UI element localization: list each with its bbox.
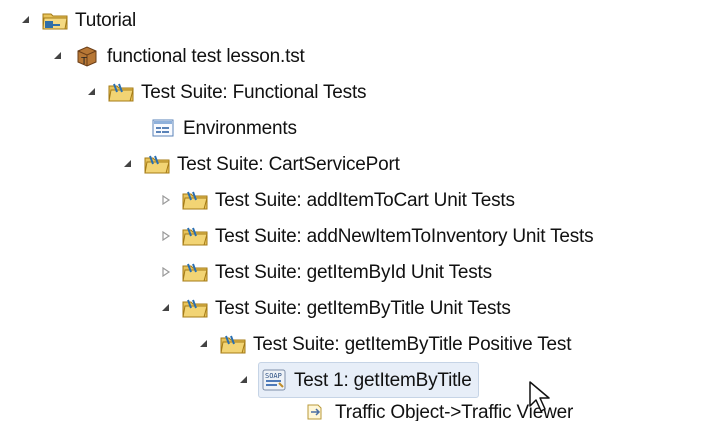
tree-item-label: Test Suite: CartServicePort: [177, 153, 400, 175]
tree-item-label: functional test lesson.tst: [107, 45, 305, 67]
tree-item-getitembytitle-positive-test[interactable]: Test Suite: getItemByTitle Positive Test: [196, 326, 572, 362]
tree-item-label: Test Suite: Functional Tests: [141, 81, 367, 103]
tree-item-getitembytitle-unit-tests[interactable]: Test Suite: getItemByTitle Unit Tests: [158, 290, 511, 326]
test-suite-folder-icon: [182, 223, 208, 249]
project-tree: Tutorial T functional test lesson.tst Te…: [0, 0, 715, 421]
tree-item-environments[interactable]: Environments: [126, 110, 297, 146]
test-suite-folder-icon: [220, 331, 246, 357]
expanded-arrow-icon[interactable]: [120, 156, 136, 172]
tree-item-label: Test Suite: getItemByTitle Positive Test: [253, 333, 572, 355]
soap-label: SOAP: [265, 372, 282, 380]
project-folder-icon: [42, 7, 68, 33]
tree-item-label: Tutorial: [75, 9, 137, 31]
test-suite-folder-icon: [182, 295, 208, 321]
expanded-arrow-icon[interactable]: [84, 84, 100, 100]
test-suite-folder-icon: [108, 79, 134, 105]
expanded-arrow-icon[interactable]: [158, 300, 174, 316]
tree-item-additemtocart[interactable]: Test Suite: addItemToCart Unit Tests: [158, 182, 515, 218]
tree-item-functional-test-lesson[interactable]: T functional test lesson.tst: [50, 38, 305, 74]
expanded-arrow-icon[interactable]: [196, 336, 212, 352]
svg-text:T: T: [81, 56, 87, 67]
expanded-arrow-icon[interactable]: [50, 48, 66, 64]
tree-item-getitembyid[interactable]: Test Suite: getItemById Unit Tests: [158, 254, 492, 290]
tree-item-label: Test Suite: addNewItemToInventory Unit T…: [215, 225, 594, 247]
expanded-arrow-icon[interactable]: [236, 372, 252, 388]
collapsed-arrow-icon[interactable]: [158, 264, 174, 280]
test-suite-folder-icon: [144, 151, 170, 177]
tree-item-cartserviceport[interactable]: Test Suite: CartServicePort: [120, 146, 400, 182]
collapsed-arrow-icon[interactable]: [158, 228, 174, 244]
tree-item-label: Test 1: getItemByTitle: [294, 369, 472, 391]
soap-test-icon: SOAP: [261, 367, 287, 393]
tree-item-label: Test Suite: getItemByTitle Unit Tests: [215, 297, 511, 319]
tree-item-tutorial[interactable]: Tutorial: [18, 2, 136, 38]
tree-item-addnewitemtoinventory[interactable]: Test Suite: addNewItemToInventory Unit T…: [158, 218, 594, 254]
tree-item-label: Environments: [183, 117, 297, 139]
tree-item-label: Test Suite: getItemById Unit Tests: [215, 261, 492, 283]
test-file-icon: T: [74, 43, 100, 69]
mouse-pointer-icon: [529, 381, 550, 412]
traffic-object-icon: [302, 399, 328, 421]
tree-item-test-1-getitembytitle[interactable]: SOAP Test 1: getItemByTitle: [236, 362, 479, 398]
expanded-arrow-icon[interactable]: [18, 12, 34, 28]
selected-item-highlight: SOAP Test 1: getItemByTitle: [258, 362, 479, 398]
environments-icon: [150, 115, 176, 141]
collapsed-arrow-icon[interactable]: [158, 192, 174, 208]
tree-item-functional-tests[interactable]: Test Suite: Functional Tests: [84, 74, 367, 110]
test-suite-folder-icon: [182, 187, 208, 213]
tree-item-label: Test Suite: addItemToCart Unit Tests: [215, 189, 515, 211]
test-suite-folder-icon: [182, 259, 208, 285]
